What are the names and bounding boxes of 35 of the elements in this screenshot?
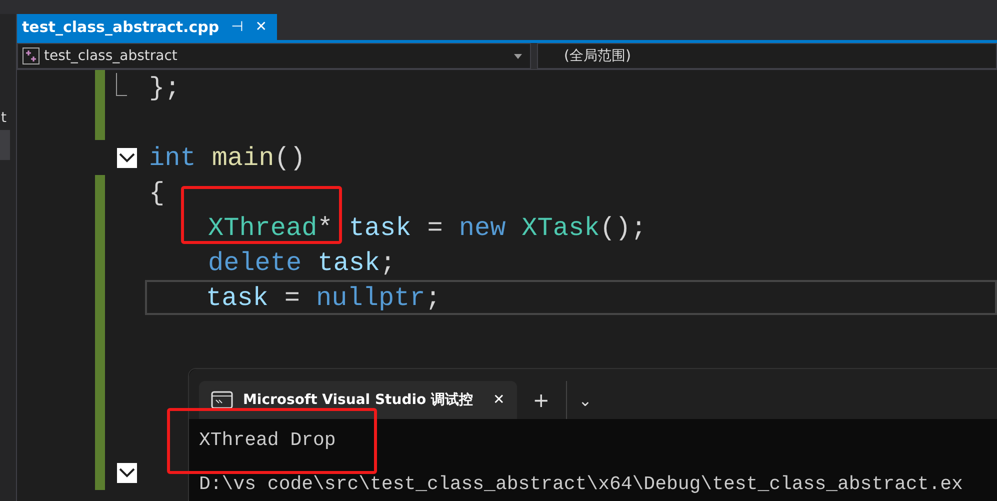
class-icon <box>22 47 40 65</box>
code-token: new <box>458 212 506 242</box>
code-token: = <box>427 212 443 242</box>
close-icon[interactable]: ✕ <box>255 19 267 35</box>
dropdown-button[interactable]: ⌄ <box>566 381 598 419</box>
sidebar-text: t <box>0 110 8 126</box>
console-tab-title: Microsoft Visual Studio 调试控 <box>243 391 474 409</box>
terminal-icon <box>211 391 233 409</box>
new-tab-button[interactable]: + <box>526 381 556 419</box>
console-output-line: D:\vs code\src\test_class_abstract\x64\Debug\test_class_abstract.ex <box>199 473 964 495</box>
code-token: XThread <box>208 212 318 242</box>
scope-dropdown[interactable]: (全局范围) <box>537 43 997 69</box>
code-token: (); <box>600 212 646 242</box>
code-token: ; <box>425 282 441 312</box>
code-token: }; <box>149 72 180 102</box>
code-token: task <box>206 282 268 312</box>
code-token: main <box>212 142 274 172</box>
project-dropdown[interactable]: test_class_abstract <box>17 43 531 69</box>
code-token: ; <box>380 248 396 278</box>
console-tab[interactable]: Microsoft Visual Studio 调试控 ✕ <box>199 381 517 419</box>
code-token: task <box>348 212 412 242</box>
code-token: delete <box>208 248 302 278</box>
code-token: task <box>318 248 380 278</box>
code-token: XTask <box>522 212 600 242</box>
console-output-line: XThread Drop <box>199 429 337 451</box>
caret-icon <box>514 54 522 58</box>
code-token: { <box>149 178 165 208</box>
code-token: = <box>284 282 300 312</box>
code-token: nullptr <box>316 282 426 312</box>
pin-icon[interactable]: ⊣ <box>231 19 244 35</box>
file-tab[interactable]: test_class_abstract.cpp ⊣ ✕ <box>17 14 277 40</box>
code-token: int <box>149 142 196 172</box>
code-token: () <box>274 142 306 172</box>
code-token: * <box>317 212 333 242</box>
close-icon[interactable]: ✕ <box>493 392 505 408</box>
